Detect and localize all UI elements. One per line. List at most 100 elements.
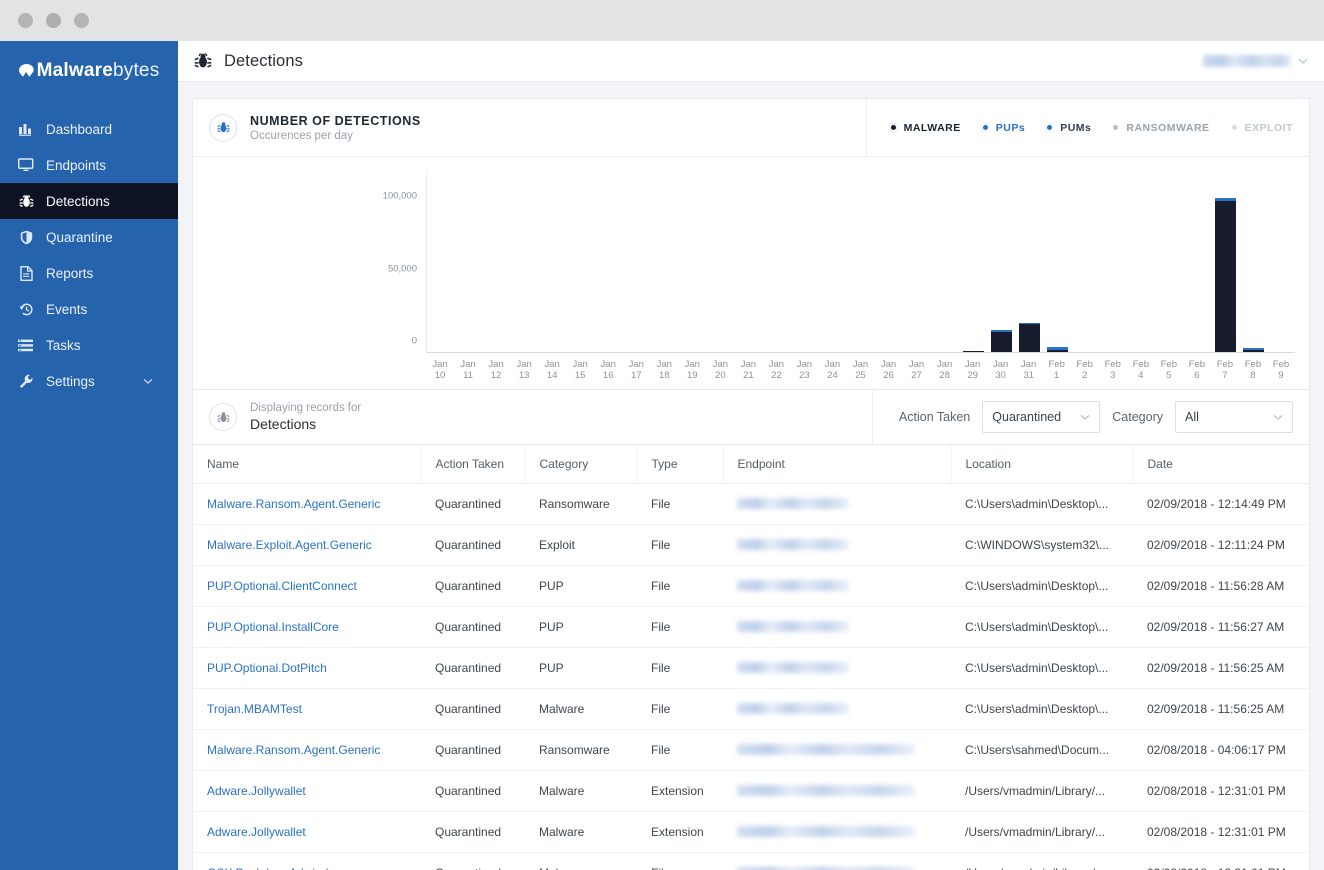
chart-bar-slot[interactable] bbox=[735, 171, 763, 352]
chart-bar-slot[interactable] bbox=[707, 171, 735, 352]
sidebar-nav: Dashboard Endpoints Detections Quarantin… bbox=[0, 111, 178, 399]
cell-action-taken: Quarantined bbox=[421, 811, 525, 853]
chart-bar-slot[interactable] bbox=[455, 171, 483, 352]
chart-bar-slot[interactable] bbox=[1183, 171, 1211, 352]
chart-bar-segment-malware bbox=[990, 331, 1012, 352]
legend-item-pups[interactable]: PUPs bbox=[980, 122, 1025, 134]
sidebar-item-detections[interactable]: Detections bbox=[0, 183, 178, 219]
chart-bar-segment-malware bbox=[1018, 324, 1040, 352]
chart-bar-slot[interactable] bbox=[679, 171, 707, 352]
x-axis-tick-label: Feb 2 bbox=[1076, 359, 1093, 381]
cell-action-taken: Quarantined bbox=[421, 647, 525, 689]
chart-bar-slot[interactable] bbox=[511, 171, 539, 352]
cell-category: Ransomware bbox=[525, 483, 637, 525]
detection-name-link[interactable]: OSX.Backdoor.Adwind bbox=[207, 866, 328, 870]
sidebar-item-endpoints[interactable]: Endpoints bbox=[0, 147, 178, 183]
detection-name-link[interactable]: PUP.Optional.DotPitch bbox=[207, 661, 327, 675]
chevron-down-icon[interactable] bbox=[1298, 52, 1308, 70]
table-column-header[interactable]: Action Taken bbox=[421, 445, 526, 484]
chart-bar-slot[interactable] bbox=[819, 171, 847, 352]
sidebar-item-events[interactable]: Events bbox=[0, 291, 178, 327]
chart-bar-slot[interactable] bbox=[483, 171, 511, 352]
table-row[interactable]: Malware.Ransom.Agent.Generic Quarantined R… bbox=[193, 483, 1309, 525]
detection-name-link[interactable]: Malware.Ransom.Agent.Generic bbox=[207, 743, 380, 757]
cell-date: 02/09/2018 - 11:56:25 AM bbox=[1133, 688, 1309, 730]
window-close-button[interactable] bbox=[18, 13, 33, 28]
detection-name-link[interactable]: PUP.Optional.ClientConnect bbox=[207, 579, 357, 593]
table-column-header[interactable]: Category bbox=[525, 445, 638, 484]
chart-bar-slot[interactable] bbox=[651, 171, 679, 352]
table-row[interactable]: PUP.Optional.ClientConnect Quarantined PUP… bbox=[193, 565, 1309, 607]
detection-name-link[interactable]: Adware.Jollywallet bbox=[207, 825, 306, 839]
chart-bar-slot[interactable] bbox=[623, 171, 651, 352]
table-row[interactable]: Trojan.MBAMTest Quarantined Malware File C:\… bbox=[193, 688, 1309, 730]
chart-bar-slot[interactable] bbox=[567, 171, 595, 352]
table-column-header[interactable]: Date bbox=[1133, 445, 1309, 484]
chart-bar-slot[interactable] bbox=[1267, 171, 1295, 352]
chart-bar-slot[interactable] bbox=[595, 171, 623, 352]
x-axis-tick-label: Feb 7 bbox=[1216, 359, 1234, 381]
table-row[interactable]: OSX.Backdoor.Adwind QuarantinedMalwareFil… bbox=[193, 852, 1309, 870]
x-axis-tick-label: Feb 4 bbox=[1132, 359, 1149, 381]
chart-bar-slot[interactable] bbox=[903, 171, 931, 352]
table-row[interactable]: Malware.Exploit.Agent.Generic Quarantined… bbox=[193, 524, 1309, 566]
table-row[interactable]: PUP.Optional.DotPitch Quarantined PUP File C… bbox=[193, 647, 1309, 689]
chart-bar-slot[interactable] bbox=[539, 171, 567, 352]
chart-bar-slot[interactable] bbox=[1015, 171, 1043, 352]
detection-name-link[interactable]: PUP.Optional.InstallCore bbox=[207, 620, 339, 634]
sidebar-item-settings[interactable]: Settings bbox=[0, 363, 178, 399]
chart-bar-slot[interactable] bbox=[931, 171, 959, 352]
table-column-header[interactable]: Type bbox=[637, 445, 724, 484]
history-icon bbox=[18, 302, 34, 317]
chart-bar-slot[interactable] bbox=[1127, 171, 1155, 352]
sidebar-item-dashboard[interactable]: Dashboard bbox=[0, 111, 178, 147]
chart-bar-slot[interactable] bbox=[427, 171, 455, 352]
legend-item-exploit[interactable]: EXPLOIT bbox=[1229, 122, 1293, 134]
action-taken-select[interactable]: Quarantined bbox=[982, 401, 1101, 433]
sidebar-item-reports[interactable]: Reports bbox=[0, 255, 178, 291]
chart-bar bbox=[990, 330, 1012, 352]
legend-item-malware[interactable]: MALWARE bbox=[888, 122, 961, 134]
legend-item-pums[interactable]: PUMs bbox=[1045, 122, 1091, 134]
table-row[interactable]: Adware.Jollywallet Quarantined Malware Exte… bbox=[193, 811, 1309, 853]
window-maximize-button[interactable] bbox=[74, 13, 89, 28]
detection-name-link[interactable]: Adware.Jollywallet bbox=[207, 784, 306, 798]
legend-item-ransomware[interactable]: RANSOMWARE bbox=[1111, 122, 1209, 134]
table-column-header[interactable]: Location bbox=[951, 445, 1134, 484]
cell-type: File bbox=[637, 688, 723, 730]
table-column-header[interactable]: Name bbox=[193, 445, 422, 484]
chart-bar-slot[interactable] bbox=[959, 171, 987, 352]
chart-bar-slot[interactable] bbox=[847, 171, 875, 352]
table-row[interactable]: Malware.Ransom.Agent.Generic Quarantined R… bbox=[193, 729, 1309, 771]
detection-name-link[interactable]: Malware.Ransom.Agent.Generic bbox=[207, 497, 380, 511]
detection-name-link[interactable]: Trojan.MBAMTest bbox=[207, 702, 302, 716]
chart-bar-slot[interactable] bbox=[1071, 171, 1099, 352]
chart-bar-slot[interactable] bbox=[1099, 171, 1127, 352]
chart-bar-slot[interactable] bbox=[875, 171, 903, 352]
chart-bar-slot[interactable] bbox=[1043, 171, 1071, 352]
category-select[interactable]: All bbox=[1175, 401, 1293, 433]
sidebar-item-quarantine[interactable]: Quarantine bbox=[0, 219, 178, 255]
chart-bar-slot[interactable] bbox=[987, 171, 1015, 352]
user-menu[interactable] bbox=[1203, 52, 1308, 70]
table-row[interactable]: PUP.Optional.InstallCore Quarantined PUP Fi… bbox=[193, 606, 1309, 648]
window-minimize-button[interactable] bbox=[46, 13, 61, 28]
y-axis-tick-label: 0 bbox=[411, 335, 417, 347]
page-title: Detections bbox=[224, 51, 303, 70]
cell-endpoint bbox=[723, 729, 951, 771]
chevron-down-icon[interactable] bbox=[140, 374, 156, 389]
sidebar-item-label: Reports bbox=[46, 265, 94, 281]
chart-bar-slot[interactable] bbox=[1239, 171, 1267, 352]
chart-bar-slot[interactable] bbox=[1155, 171, 1183, 352]
sidebar-item-label: Endpoints bbox=[46, 157, 107, 173]
table-column-header[interactable]: Endpoint bbox=[723, 445, 952, 484]
cell-name: OSX.Backdoor.Adwind bbox=[193, 852, 421, 870]
cell-location: C:\Users\admin\Desktop\... bbox=[951, 647, 1133, 689]
chart-bar-slot[interactable] bbox=[1211, 171, 1239, 352]
table-row[interactable]: Adware.Jollywallet Quarantined Malware Exte… bbox=[193, 770, 1309, 812]
chart-bar-slot[interactable] bbox=[763, 171, 791, 352]
x-axis-tick-label: Jan 29 bbox=[964, 359, 981, 381]
chart-bar-slot[interactable] bbox=[791, 171, 819, 352]
sidebar-item-tasks[interactable]: Tasks bbox=[0, 327, 178, 363]
detection-name-link[interactable]: Malware.Exploit.Agent.Generic bbox=[207, 538, 372, 552]
